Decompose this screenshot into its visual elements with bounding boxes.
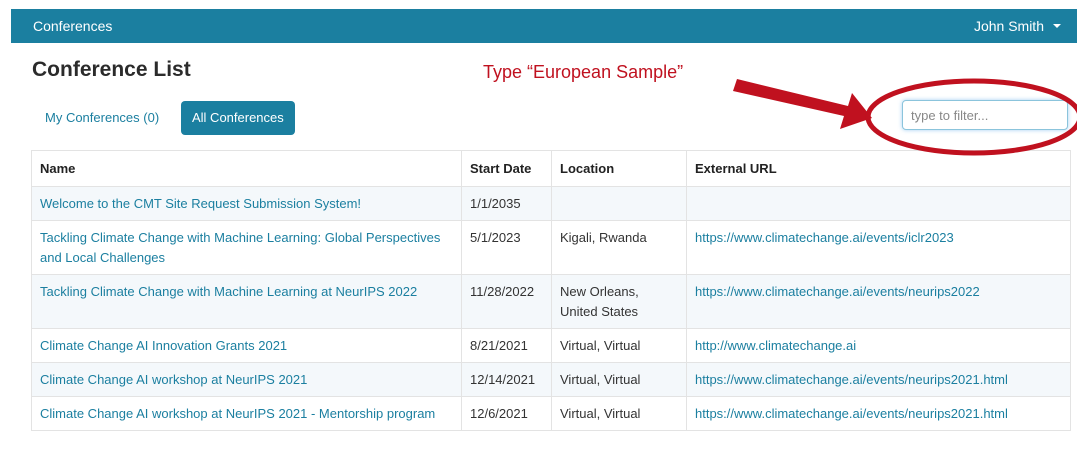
external-url-link[interactable]: https://www.climatechange.ai/events/neur… <box>695 406 1008 421</box>
column-header-location[interactable]: Location <box>551 150 687 187</box>
cell-url: https://www.climatechange.ai/events/neur… <box>686 274 1071 329</box>
user-name: John Smith <box>973 18 1044 34</box>
cell-name: Welcome to the CMT Site Request Submissi… <box>31 186 462 221</box>
annotation-arrow <box>733 79 872 129</box>
table-row: Climate Change AI Innovation Grants 2021… <box>31 328 1071 363</box>
conference-name-link[interactable]: Climate Change AI Innovation Grants 2021 <box>40 338 287 353</box>
top-navbar: Conferences John Smith <box>11 9 1077 43</box>
tab-all-conferences[interactable]: All Conferences <box>181 101 295 135</box>
cell-name: Climate Change AI workshop at NeurIPS 20… <box>31 362 462 397</box>
cell-url: http://www.climatechange.ai <box>686 328 1071 363</box>
page-title: Conference List <box>32 58 191 81</box>
table-row: Tackling Climate Change with Machine Lea… <box>31 274 1071 329</box>
cell-name: Tackling Climate Change with Machine Lea… <box>31 274 462 329</box>
external-url-link[interactable]: http://www.climatechange.ai <box>695 338 856 353</box>
conference-name-link[interactable]: Climate Change AI workshop at NeurIPS 20… <box>40 406 435 421</box>
cell-start-date: 11/28/2022 <box>461 274 552 329</box>
column-header-start-date[interactable]: Start Date <box>461 150 552 187</box>
conference-name-link[interactable]: Welcome to the CMT Site Request Submissi… <box>40 196 361 211</box>
conference-name-link[interactable]: Tackling Climate Change with Machine Lea… <box>40 230 440 265</box>
cell-url: https://www.climatechange.ai/events/neur… <box>686 362 1071 397</box>
cell-url <box>686 186 1071 221</box>
external-url-link[interactable]: https://www.climatechange.ai/events/neur… <box>695 372 1008 387</box>
column-header-external-url[interactable]: External URL <box>686 150 1071 187</box>
table-row: Welcome to the CMT Site Request Submissi… <box>31 186 1071 221</box>
navbar-brand-link[interactable]: Conferences <box>33 18 112 34</box>
table-row: Climate Change AI workshop at NeurIPS 20… <box>31 362 1071 397</box>
cell-url: https://www.climatechange.ai/events/neur… <box>686 396 1071 431</box>
table-row: Climate Change AI workshop at NeurIPS 20… <box>31 396 1071 431</box>
conference-table: Name Start Date Location External URL We… <box>31 150 1071 431</box>
cell-location: New Orleans, United States <box>551 274 687 329</box>
cell-location: Virtual, Virtual <box>551 396 687 431</box>
instruction-annotation: Type “European Sample” <box>483 62 684 82</box>
column-header-name[interactable]: Name <box>31 150 462 187</box>
user-menu-dropdown[interactable]: John Smith <box>974 18 1061 34</box>
cell-name: Climate Change AI Innovation Grants 2021 <box>31 328 462 363</box>
tab-my-conferences[interactable]: My Conferences (0) <box>34 101 170 135</box>
cell-start-date: 12/6/2021 <box>461 396 552 431</box>
cell-start-date: 12/14/2021 <box>461 362 552 397</box>
external-url-link[interactable]: https://www.climatechange.ai/events/iclr… <box>695 230 954 245</box>
cell-location: Virtual, Virtual <box>551 362 687 397</box>
conference-name-link[interactable]: Tackling Climate Change with Machine Lea… <box>40 284 417 299</box>
cell-start-date: 8/21/2021 <box>461 328 552 363</box>
cell-start-date: 5/1/2023 <box>461 220 552 275</box>
cell-location <box>551 186 687 221</box>
table-row: Tackling Climate Change with Machine Lea… <box>31 220 1071 275</box>
caret-down-icon <box>1053 24 1061 28</box>
cell-location: Kigali, Rwanda <box>551 220 687 275</box>
external-url-link[interactable]: https://www.climatechange.ai/events/neur… <box>695 284 980 299</box>
cell-name: Tackling Climate Change with Machine Lea… <box>31 220 462 275</box>
cell-name: Climate Change AI workshop at NeurIPS 20… <box>31 396 462 431</box>
table-header-row: Name Start Date Location External URL <box>31 150 1071 187</box>
cell-url: https://www.climatechange.ai/events/iclr… <box>686 220 1071 275</box>
cell-location: Virtual, Virtual <box>551 328 687 363</box>
cell-start-date: 1/1/2035 <box>461 186 552 221</box>
filter-input[interactable] <box>902 100 1068 130</box>
conference-name-link[interactable]: Climate Change AI workshop at NeurIPS 20… <box>40 372 307 387</box>
